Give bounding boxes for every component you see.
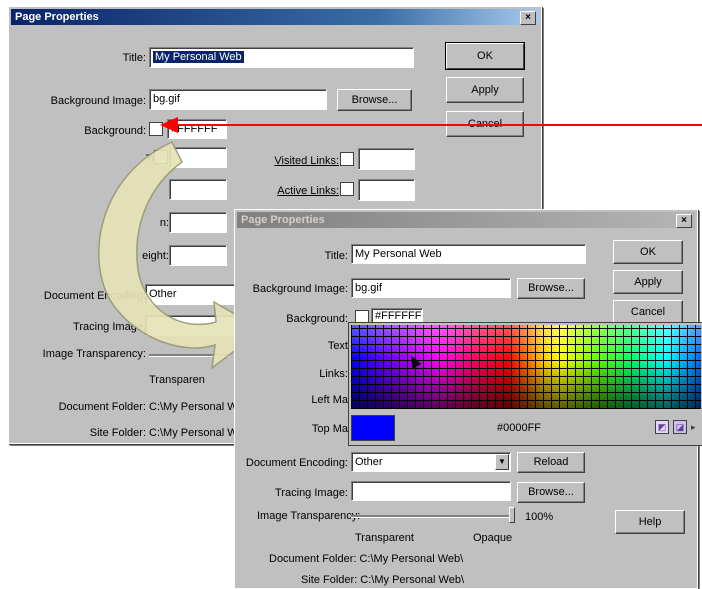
- cancel-button[interactable]: Cancel: [613, 300, 683, 324]
- background-label: Background:: [286, 313, 348, 325]
- color-hex-value: #0000FF: [489, 421, 549, 435]
- document-folder-label: Document Folder: C:\My Personal Web\: [269, 553, 464, 565]
- palette-options-icon[interactable]: ▸: [691, 422, 701, 432]
- default-color-icon[interactable]: ◪: [673, 420, 687, 434]
- site-folder-label: Site Folder: C:\My Personal Web\: [301, 574, 465, 586]
- image-transparency-label: Image Transparency:: [257, 510, 361, 522]
- ok-button[interactable]: OK: [613, 240, 683, 264]
- apply-button[interactable]: Apply: [613, 270, 683, 294]
- help-button[interactable]: Help: [615, 510, 685, 534]
- dialog-titlebar: Page Properties ×: [237, 212, 695, 228]
- color-picker-popup: #0000FF ◩ ◪ ▸: [348, 322, 702, 446]
- background-image-label: Background Image:: [252, 283, 348, 295]
- title-input[interactable]: My Personal Web: [351, 244, 586, 264]
- chevron-down-icon[interactable]: ▼: [495, 454, 509, 470]
- tracing-image-label: Tracing Image:: [275, 487, 348, 499]
- transparency-slider-track[interactable]: [351, 515, 515, 518]
- text-label: Text: [327, 340, 348, 352]
- color-swatch-grid[interactable]: [351, 325, 701, 409]
- left-margin-label: Left Ma: [311, 394, 348, 406]
- opaque-label: Opaque: [473, 532, 513, 544]
- transparency-slider-thumb[interactable]: [509, 507, 515, 523]
- document-encoding-select[interactable]: Other ▼: [351, 452, 511, 472]
- document-encoding-label: Document Encoding:: [245, 457, 348, 469]
- tracing-image-input[interactable]: [351, 481, 511, 501]
- links-label: Links:: [319, 368, 348, 380]
- color-preview: [351, 415, 395, 441]
- browse-tracing-button[interactable]: Browse...: [517, 482, 585, 503]
- reload-button[interactable]: Reload: [517, 452, 585, 473]
- transparency-percent: 100%: [525, 511, 554, 523]
- close-icon[interactable]: ×: [676, 214, 692, 228]
- top-margin-label: Top Ma: [311, 423, 348, 435]
- red-arrow-head-icon: [160, 117, 178, 133]
- transparent-label: Transparent: [355, 532, 414, 544]
- dialog-title: Page Properties: [241, 214, 325, 226]
- system-color-picker-icon[interactable]: ◩: [655, 420, 669, 434]
- title-label: Title:: [324, 250, 348, 262]
- background-image-input[interactable]: bg.gif: [351, 278, 511, 298]
- browse-button[interactable]: Browse...: [517, 278, 585, 299]
